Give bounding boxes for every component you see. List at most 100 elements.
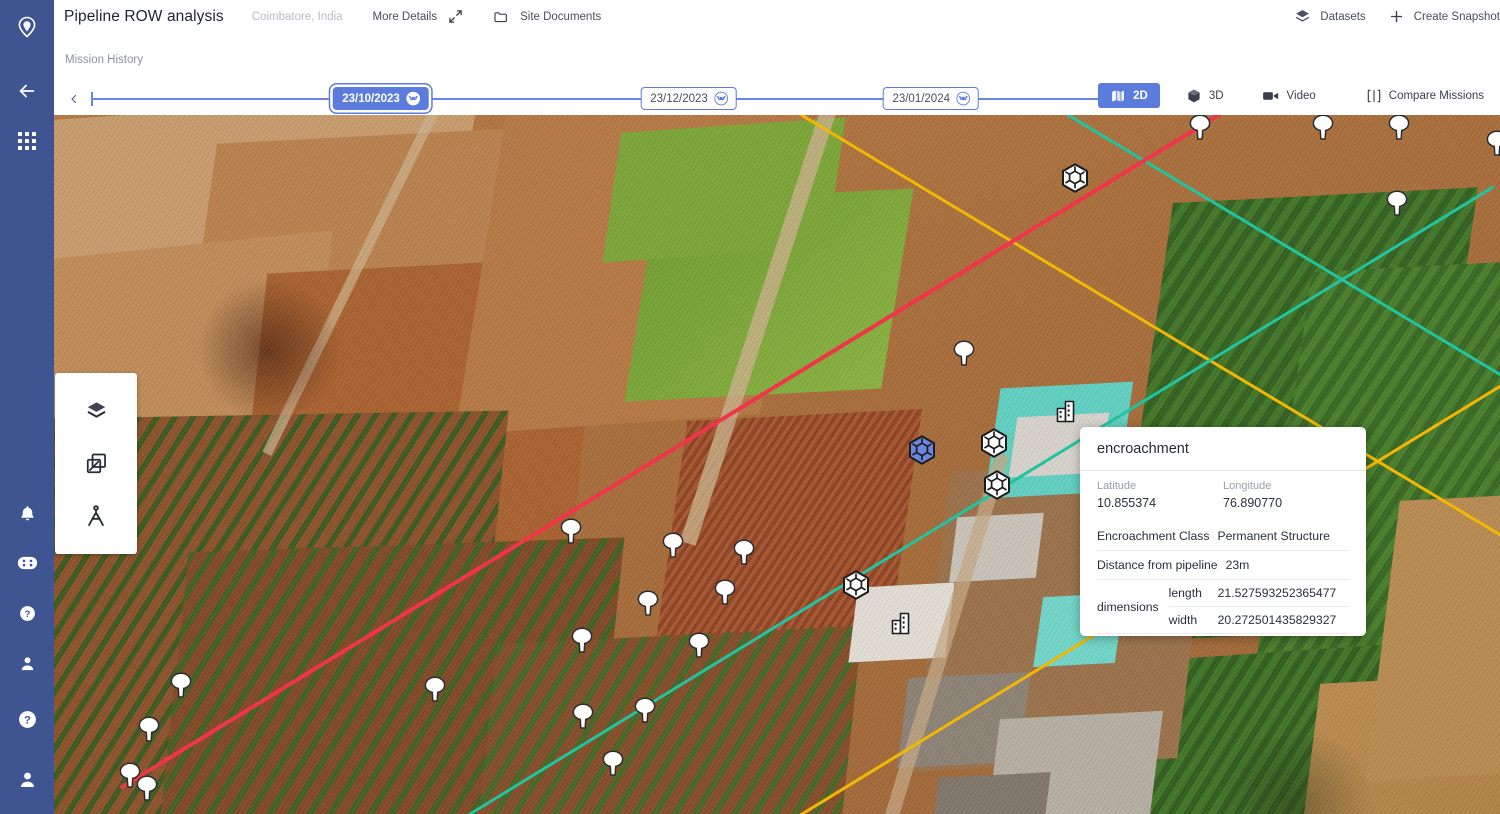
mission-pill-2[interactable]: 23/12/2023	[640, 87, 737, 110]
view-mode-switcher: 2D 3D Video Compare Missions	[1098, 83, 1500, 108]
distance-label: Distance from pipeline	[1097, 558, 1218, 572]
longitude-value: 76.890770	[1223, 496, 1283, 510]
tree-marker-icon[interactable]	[1187, 115, 1213, 141]
view-mode-3d[interactable]: 3D	[1174, 83, 1236, 108]
tree-marker-icon[interactable]	[134, 774, 160, 802]
tree-marker-icon[interactable]	[1386, 115, 1412, 141]
distance-from-pipeline-row: Distance from pipeline 23m	[1097, 551, 1349, 580]
expand-diagonal-icon[interactable]	[448, 9, 463, 24]
page-title: Pipeline ROW analysis	[64, 7, 224, 25]
view-mode-2d[interactable]: 2D	[1098, 83, 1160, 108]
compare-overlay-icon[interactable]	[74, 441, 118, 485]
encroachment-cube-icon[interactable]	[907, 435, 937, 465]
dimensions-row: dimensions length 21.527593252365477 wid…	[1097, 580, 1349, 634]
tree-marker-icon[interactable]	[422, 675, 448, 703]
tree-marker-icon[interactable]	[951, 339, 977, 367]
mission-date-label: 23/10/2023	[342, 92, 400, 105]
timeline-prev-button[interactable]	[65, 87, 83, 111]
compare-missions-button[interactable]: Compare Missions	[1354, 83, 1500, 108]
create-snapshot-button[interactable]: Create Snapshot	[1414, 11, 1500, 23]
tree-marker-icon[interactable]	[136, 715, 162, 743]
apps-grid-icon[interactable]	[0, 120, 54, 162]
svg-text:?: ?	[24, 608, 30, 619]
tree-marker-icon[interactable]	[569, 626, 595, 654]
person-icon[interactable]	[0, 642, 54, 684]
building-marker-icon[interactable]	[1054, 398, 1080, 424]
tree-marker-icon[interactable]	[686, 631, 712, 659]
site-documents-button[interactable]: Site Documents	[520, 11, 601, 23]
mission-pill-3[interactable]: 23/01/2024	[882, 87, 979, 110]
view-mode-video[interactable]: Video	[1250, 83, 1328, 108]
map-tools-panel	[55, 373, 137, 554]
length-value: 21.527593252365477	[1217, 586, 1337, 600]
bell-icon[interactable]	[0, 492, 54, 534]
folder-icon[interactable]	[493, 9, 509, 25]
distance-value: 23m	[1225, 558, 1250, 572]
timeline-track[interactable]: 23/10/2023 23/12/2023 23/01/2024	[83, 87, 1127, 111]
layers-icon[interactable]	[74, 389, 118, 433]
tree-marker-icon[interactable]	[660, 531, 686, 559]
encroachment-cube-icon[interactable]	[979, 428, 1009, 458]
mission-date-label: 23/01/2024	[892, 92, 950, 105]
left-sidebar: ? ?	[0, 0, 54, 814]
tree-marker-icon[interactable]	[632, 696, 658, 724]
plus-icon[interactable]	[1388, 8, 1405, 25]
tree-marker-icon[interactable]	[1484, 129, 1500, 157]
mission-date-label: 23/12/2023	[650, 92, 708, 105]
compass-divider-icon[interactable]	[74, 494, 118, 538]
dimensions-values: length 21.527593252365477 width 20.27250…	[1168, 580, 1349, 633]
latitude-value: 10.855374	[1097, 496, 1157, 510]
compare-missions-icon	[1366, 88, 1382, 104]
latitude-field: Latitude 10.855374	[1097, 480, 1223, 510]
mission-pill-1[interactable]: 23/10/2023	[332, 87, 429, 110]
tree-marker-icon[interactable]	[1310, 115, 1336, 141]
layers-stack-icon[interactable]	[1294, 8, 1311, 25]
dimension-width: width 20.272501435829327	[1168, 606, 1349, 633]
latitude-label: Latitude	[1097, 480, 1137, 492]
tree-marker-icon[interactable]	[558, 517, 584, 545]
encroachment-class-row: Encroachment Class Permanent Structure	[1097, 522, 1349, 551]
video-camera-icon	[1262, 89, 1280, 103]
modules-capsule-icon[interactable]	[0, 542, 54, 584]
tree-marker-icon[interactable]	[635, 589, 661, 617]
tree-marker-icon[interactable]	[600, 749, 626, 777]
popup-gap	[1097, 510, 1349, 522]
encroachment-class-value: Permanent Structure	[1217, 529, 1330, 543]
mission-history-label: Mission History	[65, 54, 143, 66]
length-label: length	[1168, 586, 1202, 600]
map-viewport[interactable]: encroachment Latitude 10.855374 Longitud…	[54, 115, 1500, 814]
drone-icon	[956, 91, 971, 106]
tree-marker-icon[interactable]	[712, 578, 738, 606]
width-value: 20.272501435829327	[1217, 613, 1337, 627]
tree-marker-icon[interactable]	[1384, 189, 1410, 217]
drone-icon	[406, 91, 421, 106]
mission-history-bar: Mission History 23/10/2023 23/12/2023 23…	[54, 33, 1500, 115]
dimensions-label: dimensions	[1097, 599, 1159, 614]
view-mode-video-label: Video	[1286, 89, 1316, 102]
top-bar: Pipeline ROW analysis Coimbatore, India …	[54, 0, 1500, 33]
encroachment-cube-icon[interactable]	[982, 470, 1012, 500]
tree-marker-icon[interactable]	[570, 702, 596, 730]
tree-marker-icon[interactable]	[731, 538, 757, 566]
encroachment-cube-icon[interactable]	[841, 570, 871, 600]
app-root: ? ? Pipeline ROW analysis Coimbatore, In…	[0, 0, 1500, 814]
help-circle-icon[interactable]: ?	[0, 592, 54, 634]
building-marker-icon[interactable]	[889, 610, 915, 636]
encroachment-class-label: Encroachment Class	[1097, 529, 1210, 543]
longitude-field: Longitude 76.890770	[1223, 480, 1349, 510]
tree-marker-icon[interactable]	[168, 671, 194, 699]
back-button[interactable]	[0, 70, 54, 112]
support-help-icon[interactable]: ?	[0, 698, 54, 740]
width-label: width	[1168, 613, 1198, 627]
top-bar-right: Datasets Create Snapshot	[1272, 8, 1500, 25]
logo-icon[interactable]	[0, 6, 54, 48]
cube-3d-icon	[1186, 88, 1202, 104]
more-details-button[interactable]: More Details	[373, 11, 438, 23]
svg-text:?: ?	[24, 714, 31, 726]
view-mode-2d-label: 2D	[1133, 89, 1148, 102]
encroachment-cube-icon[interactable]	[1060, 163, 1090, 193]
datasets-button[interactable]: Datasets	[1320, 11, 1365, 23]
map-2d-icon	[1110, 88, 1126, 104]
encroachment-info-popup[interactable]: encroachment Latitude 10.855374 Longitud…	[1080, 427, 1366, 636]
profile-icon[interactable]	[0, 758, 54, 800]
